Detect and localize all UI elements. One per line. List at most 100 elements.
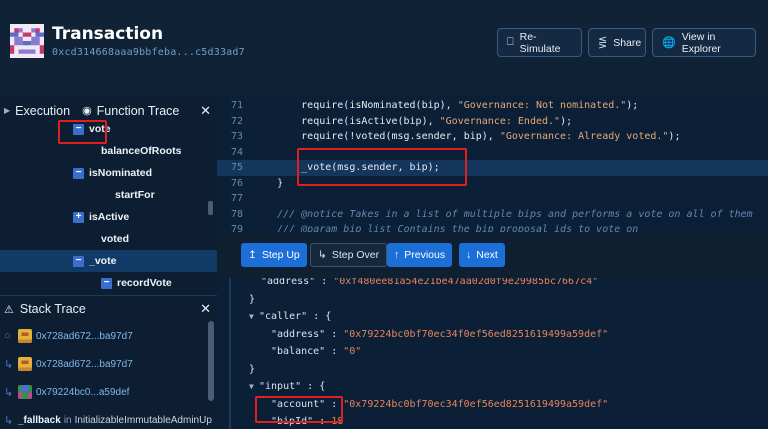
function-trace-tree: − vote balanceOfRoots − isNominated startFor +… bbox=[0, 118, 217, 295]
tree-scrollbar[interactable] bbox=[208, 201, 213, 215]
tree-item[interactable]: startFor bbox=[0, 184, 217, 206]
circle-icon: ○ bbox=[4, 330, 11, 342]
stack-trace-contract: InitializableImmutableAdminUp bbox=[74, 414, 212, 426]
drag-handle-icon: ▶ bbox=[4, 106, 11, 115]
stack-trace-in: in bbox=[63, 414, 72, 426]
step-over-label: Step Over bbox=[331, 249, 380, 261]
next-button[interactable]: ↓ Next bbox=[459, 243, 505, 267]
stack-trace-row[interactable]: ○ 0x728ad672...ba97d7 bbox=[0, 322, 217, 350]
code-text: ); bbox=[668, 131, 681, 143]
highlight-vote bbox=[58, 120, 107, 144]
line-number: 77 bbox=[230, 193, 243, 205]
previous-label: Previous bbox=[404, 249, 446, 261]
share-label: Share bbox=[613, 36, 642, 49]
tree-item[interactable]: − isNominated bbox=[0, 162, 217, 184]
step-up-label: Step Up bbox=[261, 249, 300, 261]
contract-avatar-icon bbox=[18, 329, 32, 343]
collapse-icon[interactable]: − bbox=[73, 255, 84, 267]
code-text: require(isActive(bip), bbox=[253, 115, 440, 127]
transaction-avatar-icon bbox=[10, 24, 44, 58]
json-key: "input" bbox=[259, 381, 302, 393]
line-number: 74 bbox=[230, 146, 243, 158]
previous-button[interactable]: ↑ Previous bbox=[387, 243, 453, 267]
tree-item[interactable]: balanceOfRoots bbox=[0, 140, 217, 162]
json-line[interactable]: ▼ "caller" : { bbox=[217, 308, 768, 326]
stack-trace-panel: ⚠ Stack Trace ✕ ○ 0x728ad672...ba97d7 ↳ … bbox=[0, 295, 217, 429]
step-up-icon: ↥ bbox=[248, 249, 257, 261]
collapse-icon[interactable]: − bbox=[101, 277, 112, 289]
tab-execution-label: Execution bbox=[15, 103, 71, 118]
stack-trace-function: _fallback bbox=[18, 414, 61, 426]
json-key: "address" bbox=[261, 278, 316, 288]
expand-icon[interactable]: + bbox=[73, 211, 84, 223]
view-in-explorer-label: View in Explorer bbox=[681, 30, 721, 55]
resimulate-label: Re-Simulate bbox=[519, 30, 561, 55]
tab-function-trace-label: Function Trace bbox=[96, 103, 180, 118]
code-comment: /// @notice Takes in a list of multiple … bbox=[253, 208, 753, 220]
debugger-toolbar: ↥ Step Up ↳ Step Over ↑ Previous ↓ Next bbox=[217, 232, 768, 278]
arrow-down-icon: ↓ bbox=[466, 249, 472, 261]
json-key: "balance" bbox=[271, 346, 326, 358]
code-text: require(isNominated(bip), bbox=[253, 100, 458, 112]
json-line[interactable]: ▼ "input" : { bbox=[217, 378, 768, 396]
json-line: "balance" : "0" bbox=[271, 346, 362, 358]
line-number: 78 bbox=[230, 208, 243, 220]
stack-trace-row[interactable]: ↳ _fallback in InitializableImmutableAdm… bbox=[0, 406, 217, 429]
tree-item[interactable]: + isActive bbox=[0, 206, 217, 228]
json-indent-guide bbox=[229, 278, 231, 429]
chevron-down-icon[interactable]: ▼ bbox=[249, 382, 259, 391]
transaction-hash[interactable]: 0xcd314668aaa9bbfeba...c5d33ad7 bbox=[52, 47, 245, 58]
arrow-up-icon: ↑ bbox=[394, 249, 400, 261]
share-button[interactable]: ⋚ Share bbox=[588, 28, 646, 57]
execution-panel: ▶ Execution ◉ Function Trace ✕ − vote bala… bbox=[0, 96, 217, 295]
tab-function-trace[interactable]: ◉ Function Trace bbox=[82, 104, 179, 118]
view-in-explorer-button[interactable]: 🌐 View in Explorer bbox=[652, 28, 756, 57]
tree-item[interactable]: − vote bbox=[0, 118, 217, 140]
stack-trace-close-icon[interactable]: ✕ bbox=[200, 301, 211, 317]
stack-trace-address: 0x728ad672...ba97d7 bbox=[36, 358, 133, 370]
json-key: "caller" bbox=[259, 311, 308, 323]
highlight-bipid bbox=[255, 396, 343, 423]
json-value: "0x79224bc0bf70ec34f0ef56ed8251619499a59… bbox=[343, 398, 609, 410]
stack-trace-scrollbar[interactable] bbox=[208, 321, 214, 401]
tree-item[interactable]: − recordVote bbox=[0, 272, 217, 294]
tree-item-label: _vote bbox=[89, 255, 117, 267]
stack-trace-address: 0x728ad672...ba97d7 bbox=[36, 330, 133, 342]
step-over-icon: ↳ bbox=[318, 249, 327, 261]
stack-trace-address: 0x79224bc0...a59def bbox=[36, 386, 130, 398]
return-arrow-icon: ↳ bbox=[4, 414, 14, 427]
caller-avatar-icon bbox=[18, 385, 32, 399]
json-line: "address" : "0x79224bc0bf70ec34f0ef56ed8… bbox=[271, 328, 609, 340]
chevron-down-icon[interactable]: ▼ bbox=[249, 312, 259, 321]
code-line: 73 require(!voted(msg.sender, bip), "Gov… bbox=[217, 129, 768, 145]
tree-item-label: balanceOfRoots bbox=[101, 145, 182, 157]
json-line: "address" : "0xf480ee81a54e21be47aa02d0f… bbox=[261, 278, 599, 288]
tree-item-label: isActive bbox=[89, 211, 130, 223]
json-value: "0xf480ee81a54e21be47aa02d0f9e29985bc766… bbox=[333, 278, 599, 288]
tree-item-label: recordVote bbox=[117, 277, 172, 289]
json-key: "address" bbox=[271, 328, 326, 340]
step-up-button[interactable]: ↥ Step Up bbox=[241, 243, 307, 267]
tree-item-label: startFor bbox=[115, 189, 155, 201]
code-line: 72 require(isActive(bip), "Governance: E… bbox=[217, 114, 768, 130]
line-number: 73 bbox=[230, 131, 243, 143]
step-over-button[interactable]: ↳ Step Over bbox=[310, 243, 388, 267]
tab-execution[interactable]: ▶ Execution bbox=[4, 104, 70, 118]
close-icon[interactable]: ✕ bbox=[200, 103, 211, 119]
stack-trace-row[interactable]: ↳ 0x79224bc0...a59def bbox=[0, 378, 217, 406]
share-icon: ⋚ bbox=[598, 37, 608, 49]
code-string: "Governance: Ended." bbox=[439, 115, 561, 127]
tree-item[interactable]: − _vote bbox=[0, 250, 217, 272]
code-text: } bbox=[253, 177, 284, 189]
code-string: "Governance: Not nominated." bbox=[457, 100, 627, 112]
code-text: ); bbox=[560, 115, 573, 127]
resimulate-button[interactable]: ⎕ Re-Simulate bbox=[497, 28, 582, 57]
line-number: 72 bbox=[230, 115, 243, 127]
highlight-vote-call bbox=[297, 148, 467, 186]
transaction-header: Transaction 0xcd314668aaa9bbfeba...c5d33… bbox=[0, 0, 768, 96]
tree-item[interactable]: voted bbox=[0, 228, 217, 250]
stack-trace-title: Stack Trace bbox=[19, 302, 86, 316]
collapse-icon[interactable]: − bbox=[73, 167, 84, 179]
return-arrow-icon: ↳ bbox=[4, 386, 14, 399]
stack-trace-row[interactable]: ↳ 0x728ad672...ba97d7 bbox=[0, 350, 217, 378]
